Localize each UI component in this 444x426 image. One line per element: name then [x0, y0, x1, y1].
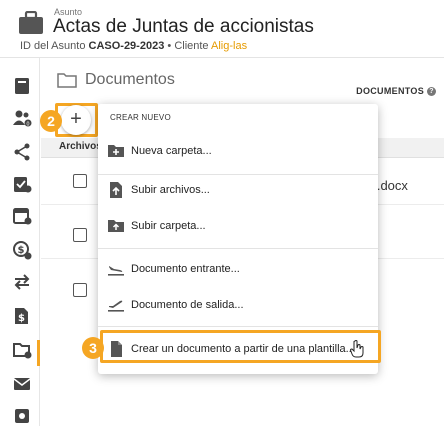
menu-item-new-folder[interactable]: Nueva carpeta...	[98, 138, 378, 164]
documents-column-header: DOCUMENTOS ?	[356, 86, 436, 96]
case-id-label: ID del Asunto	[20, 40, 86, 52]
svg-text:$: $	[18, 313, 25, 324]
calendar-icon[interactable]	[12, 206, 32, 226]
invoice-icon[interactable]: $	[12, 306, 32, 326]
task-icon[interactable]	[12, 174, 32, 194]
settings-icon[interactable]	[12, 406, 32, 426]
highlight-template-item	[100, 330, 381, 363]
step-badge-2: 2	[40, 110, 62, 132]
hand-cursor-icon	[350, 340, 364, 358]
folder-icon[interactable]	[12, 340, 32, 360]
book-icon[interactable]	[12, 76, 32, 96]
menu-divider	[98, 174, 378, 175]
transfer-icon[interactable]	[12, 272, 32, 292]
menu-item-upload-files[interactable]: Subir archivos...	[98, 177, 378, 203]
menu-divider	[98, 326, 378, 327]
menu-item-label: Documento de salida...	[131, 299, 244, 311]
archivos-label: Archivos	[59, 141, 102, 152]
menu-item-label: Subir carpeta...	[131, 220, 206, 232]
file-upload-icon	[110, 182, 122, 198]
plane-landing-icon	[108, 266, 124, 276]
svg-text:$: $	[18, 245, 25, 256]
case-id: CASO-29-2023	[88, 40, 165, 52]
menu-item-upload-folder[interactable]: Subir carpeta...	[98, 213, 378, 239]
share-icon[interactable]	[12, 142, 32, 162]
step-badge-3: 3	[82, 337, 104, 359]
plane-takeoff-icon	[108, 300, 124, 312]
svg-text:0: 0	[26, 122, 29, 128]
briefcase-icon	[19, 11, 43, 34]
billing-icon[interactable]: $	[12, 240, 32, 260]
folder-upload-icon	[108, 220, 124, 232]
case-header: Asunto Actas de Juntas de accionistas ID…	[0, 0, 444, 58]
documents-title: Documentos	[85, 71, 175, 88]
sidebar: 0 $ $	[0, 58, 40, 426]
add-new-button[interactable]: +	[61, 105, 91, 135]
menu-item-label: Documento entrante...	[131, 263, 240, 275]
page-title: Actas de Juntas de accionistas	[53, 16, 314, 37]
row-checkbox[interactable]	[73, 228, 87, 242]
case-meta: ID del Asunto CASO-29-2023 • Cliente Ali…	[20, 40, 247, 52]
client-link[interactable]: Alig-las	[211, 40, 247, 52]
menu-item-outgoing-document[interactable]: Documento de salida...	[98, 292, 378, 318]
people-icon[interactable]: 0	[12, 108, 32, 128]
menu-item-incoming-document[interactable]: Documento entrante...	[98, 256, 378, 282]
menu-header: CREAR NUEVO	[110, 113, 171, 122]
active-indicator	[37, 340, 40, 366]
meta-separator: •	[167, 40, 172, 52]
documents-column-label: DOCUMENTOS	[356, 86, 424, 96]
mail-icon[interactable]	[12, 374, 32, 394]
row-checkbox[interactable]	[73, 283, 87, 297]
info-icon[interactable]: ?	[427, 86, 436, 96]
documents-title-row: Documentos	[57, 70, 175, 90]
menu-item-label: Subir archivos...	[131, 184, 210, 196]
client-label: Cliente	[174, 40, 209, 52]
row-checkbox[interactable]	[73, 174, 87, 188]
folder-outline-icon	[57, 73, 77, 88]
menu-item-label: Nueva carpeta...	[131, 145, 212, 157]
folder-plus-icon	[108, 145, 124, 157]
menu-divider	[98, 248, 378, 249]
